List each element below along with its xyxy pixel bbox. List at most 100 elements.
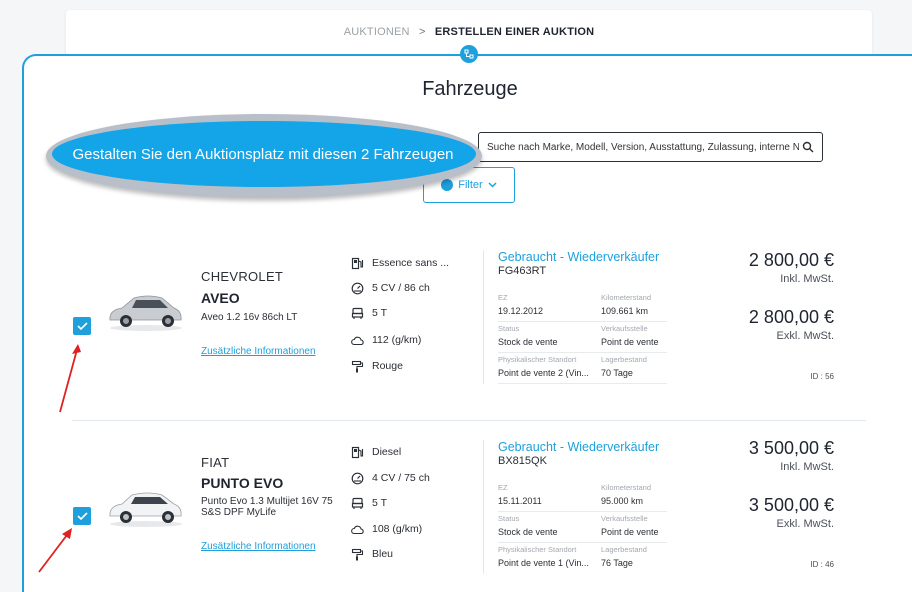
detail-sale-point: Verkaufsstelle Point de vente [601, 512, 667, 543]
spec-power: 5 CV / 86 ch [351, 281, 430, 295]
callout-text: Gestalten Sie den Auktionsplatz mit dies… [72, 145, 454, 163]
search-input[interactable] [479, 133, 799, 161]
callout-bubble: Gestalten Sie den Auktionsplatz mit dies… [52, 121, 476, 187]
price-block: 3 500,00 € Inkl. MwSt. 3 500,00 € Exkl. … [700, 438, 834, 569]
detail-label: Kilometerstand [601, 293, 652, 302]
engine-icon [351, 472, 364, 484]
detail-value: Point de vente [601, 527, 659, 537]
spec-seats: 5 T [351, 306, 387, 320]
detail-value: 15.11.2011 [498, 496, 542, 506]
search-field[interactable] [478, 132, 823, 162]
detail-label: Status [498, 324, 520, 333]
detail-label: Physikalischer Standort [498, 355, 577, 364]
row-divider [72, 420, 866, 421]
vehicle-model: PUNTO EVO [201, 475, 284, 491]
car-image [109, 295, 182, 331]
more-info-link[interactable]: Zusätzliche Informationen [201, 541, 316, 552]
cloud-icon [351, 525, 364, 534]
breadcrumb-current: ERSTELLEN EINER AUKTION [434, 26, 595, 38]
detail-ez: EZ 19.12.2012 [498, 291, 601, 322]
fuel-pump-icon [351, 257, 364, 269]
annotation-arrow-icon [38, 528, 72, 573]
cloud-icon [351, 336, 364, 345]
spec-fuel: Essence sans ... [351, 256, 449, 270]
check-icon [76, 512, 88, 520]
vehicle-condition: Gebraucht - Wiederverkäufer [498, 250, 660, 264]
detail-value: Stock de vente [498, 337, 558, 347]
spec-co2-value: 112 (g/km) [372, 334, 422, 346]
vehicle-plate: FG463RT [498, 265, 547, 277]
spec-color-value: Rouge [372, 360, 403, 372]
detail-status: Status Stock de vente [498, 512, 601, 543]
paint-roller-icon [351, 548, 364, 560]
spec-power: 4 CV / 75 ch [351, 471, 430, 485]
price-excl-label: Exkl. MwSt. [776, 518, 834, 530]
filter-label: Filter [458, 179, 483, 191]
spec-co2: 108 (g/km) [351, 522, 422, 536]
detail-value: 70 Tage [601, 368, 633, 378]
price-excl: 2 800,00 € [748, 307, 834, 327]
detail-label: Lagerbestand [601, 545, 647, 554]
spec-co2-value: 108 (g/km) [372, 523, 423, 535]
detail-value: 109.661 km [601, 306, 649, 316]
detail-stock: Lagerbestand 76 Tage [601, 543, 667, 574]
car-seat-icon [351, 307, 364, 319]
price-incl-label: Inkl. MwSt. [780, 461, 834, 473]
vehicle-details: Gebraucht - Wiederverkäufer FG463RT EZ 19… [483, 250, 671, 384]
price-incl-label: Inkl. MwSt. [780, 273, 834, 285]
detail-label: EZ [498, 293, 508, 302]
spec-fuel: Diesel [351, 445, 401, 459]
details-grid: EZ 19.12.2012 Kilometerstand 109.661 km St… [498, 291, 671, 384]
spec-power-value: 5 CV / 86 ch [372, 282, 430, 294]
vehicle-id: ID : 46 [810, 560, 834, 569]
breadcrumb-parent-link[interactable]: AUKTIONEN [344, 26, 410, 38]
detail-label: Kilometerstand [601, 483, 652, 492]
spec-color: Bleu [351, 547, 393, 561]
detail-km: Kilometerstand 109.661 km [601, 291, 667, 322]
vehicle-version: Aveo 1.2 16v 86ch LT [201, 312, 298, 323]
detail-label: Lagerbestand [601, 355, 647, 364]
vehicle-details: Gebraucht - Wiederverkäufer BX815QK EZ 15… [483, 440, 671, 574]
vehicle-model: AVEO [201, 290, 240, 306]
price-excl: 3 500,00 € [748, 495, 834, 515]
detail-label: Verkaufsstelle [601, 514, 648, 523]
step-network-icon [460, 45, 478, 63]
price-incl: 3 500,00 € [748, 438, 834, 458]
spec-seats-value: 5 T [372, 307, 387, 319]
detail-value: 76 Tage [601, 558, 633, 568]
spec-color: Rouge [351, 359, 403, 373]
search-icon[interactable] [802, 141, 814, 153]
detail-status: Status Stock de vente [498, 322, 601, 353]
breadcrumb-separator: > [418, 26, 426, 38]
filter-count-badge [441, 179, 454, 191]
detail-label: Status [498, 514, 520, 523]
price-incl: 2 800,00 € [748, 250, 834, 270]
detail-value: Point de vente [601, 337, 659, 347]
detail-km: Kilometerstand 95.000 km [601, 481, 667, 512]
spec-power-value: 4 CV / 75 ch [372, 472, 430, 484]
detail-location: Physikalischer Standort Point de vente 2 … [498, 353, 601, 384]
car-seat-icon [351, 497, 364, 509]
spec-seats: 5 T [351, 496, 387, 510]
check-icon [76, 322, 88, 330]
spec-seats-value: 5 T [372, 497, 387, 509]
vehicle-plate: BX815QK [498, 455, 547, 467]
spec-co2: 112 (g/km) [351, 333, 421, 347]
car-image [109, 492, 182, 527]
detail-ez: EZ 15.11.2011 [498, 481, 601, 512]
detail-sale-point: Verkaufsstelle Point de vente [601, 322, 667, 353]
spec-fuel-value: Diesel [372, 446, 402, 458]
more-info-link[interactable]: Zusätzliche Informationen [201, 346, 316, 357]
detail-stock: Lagerbestand 70 Tage [601, 353, 667, 384]
detail-value: Stock de vente [498, 527, 558, 537]
detail-label: Physikalischer Standort [498, 545, 577, 554]
spec-fuel-value: Essence sans ... [372, 257, 450, 269]
vehicle-brand: CHEVROLET [201, 269, 284, 284]
breadcrumb: AUKTIONEN > ERSTELLEN EINER AUKTION [66, 26, 872, 38]
vehicle-checkbox[interactable] [73, 507, 91, 525]
spec-color-value: Bleu [372, 548, 394, 560]
vehicle-brand: FIAT [201, 455, 230, 470]
vehicle-checkbox[interactable] [73, 317, 91, 335]
price-excl-label: Exkl. MwSt. [776, 330, 834, 342]
vehicle-version: Punto Evo 1.3 Multijet 16V 75 S&S DPF My… [201, 496, 333, 518]
